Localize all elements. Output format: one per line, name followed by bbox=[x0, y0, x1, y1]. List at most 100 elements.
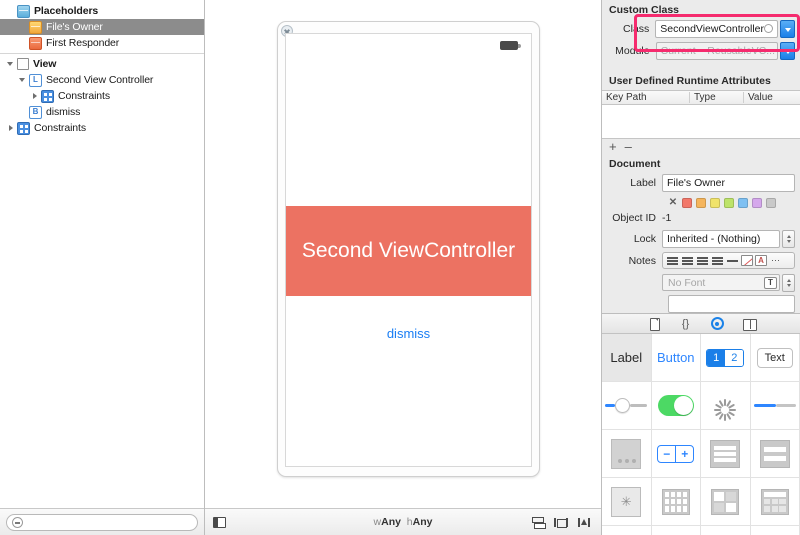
class-field-label: Class bbox=[623, 22, 650, 35]
embed-in-stack-icon[interactable] bbox=[531, 516, 546, 529]
second-view-controller-label[interactable]: Second View Controller bbox=[286, 206, 531, 296]
outline-item-placeholders[interactable]: Placeholders bbox=[0, 3, 204, 19]
align-right-icon[interactable] bbox=[696, 254, 709, 267]
view-controller-scene[interactable]: Second View Controller dismiss bbox=[277, 21, 540, 477]
disclosure-none-icon bbox=[6, 38, 16, 48]
swatch-orange[interactable] bbox=[696, 197, 706, 208]
outline-item-view[interactable]: View bbox=[0, 56, 204, 72]
font-picker[interactable]: No Font T bbox=[662, 274, 780, 291]
outline-item-constraints-root[interactable]: Constraints bbox=[0, 120, 204, 136]
constraints-icon bbox=[17, 121, 30, 135]
library-item-text: Button bbox=[656, 350, 695, 365]
lock-popup-stepper[interactable] bbox=[782, 229, 795, 248]
size-class-h-value: Any bbox=[412, 516, 433, 528]
collection-view-cell-icon bbox=[711, 488, 740, 515]
add-attribute-button[interactable]: + bbox=[609, 140, 617, 153]
file-template-icon[interactable] bbox=[647, 317, 661, 331]
column-key-path[interactable]: Key Path bbox=[602, 92, 690, 103]
outline-item-constraints-nested[interactable]: Constraints bbox=[0, 88, 204, 104]
library-item-collection-view-cell[interactable] bbox=[701, 478, 751, 526]
outline-item-label: Second View Controller bbox=[46, 74, 154, 86]
library-item-label[interactable]: Label bbox=[602, 334, 652, 382]
outline-item-second-view-controller-label[interactable]: L Second View Controller bbox=[0, 72, 204, 88]
dismiss-button[interactable]: dismiss bbox=[286, 326, 531, 341]
size-class-w-value: Any bbox=[381, 516, 401, 528]
swatch-purple[interactable] bbox=[752, 197, 762, 208]
document-label-input[interactable]: File's Owner bbox=[662, 173, 795, 192]
notes-textarea[interactable] bbox=[668, 295, 795, 313]
library-item-segmented-control[interactable]: 1 2 bbox=[701, 334, 751, 382]
library-item-date-picker[interactable]: January12013 February22014 March32015 bbox=[701, 526, 751, 535]
runtime-attributes-header: User Defined Runtime Attributes bbox=[602, 71, 800, 90]
library-item-collection-view[interactable] bbox=[651, 478, 701, 526]
library-item-image-view[interactable]: ✳ bbox=[602, 478, 652, 526]
library-item-text-view[interactable] bbox=[602, 526, 652, 535]
font-field-row: No Font T bbox=[602, 273, 800, 292]
more-options-icon[interactable]: ⋯ bbox=[769, 254, 782, 267]
library-item-collection-reusable-view[interactable] bbox=[750, 478, 800, 526]
outline-item-files-owner[interactable]: File's Owner bbox=[0, 19, 204, 35]
text-color-none-icon[interactable] bbox=[741, 255, 753, 266]
library-item-progress-view[interactable] bbox=[750, 382, 800, 430]
outline-filter-input[interactable] bbox=[27, 516, 192, 528]
swatch-blue[interactable] bbox=[738, 197, 748, 208]
align-justify-icon[interactable] bbox=[711, 254, 724, 267]
library-item-button[interactable]: Button bbox=[651, 334, 701, 382]
slider-knob bbox=[615, 398, 631, 413]
library-item-activity-indicator[interactable] bbox=[701, 382, 751, 430]
library-item-slider[interactable] bbox=[602, 382, 652, 430]
disclosure-triangle-closed-icon[interactable] bbox=[30, 91, 40, 101]
library-item-scroll-view[interactable] bbox=[651, 526, 701, 535]
library-item-stepper[interactable]: − + bbox=[651, 430, 701, 478]
outline-filter-field[interactable] bbox=[6, 513, 198, 531]
outline-item-dismiss-button[interactable]: B dismiss bbox=[0, 104, 204, 120]
line-spacing-icon[interactable] bbox=[726, 254, 739, 267]
library-item-text-field[interactable]: Text bbox=[750, 334, 800, 382]
library-tab-bar: {} bbox=[602, 314, 800, 334]
label-field-row: Label File's Owner bbox=[602, 173, 800, 192]
custom-class-section: Custom Class Class SecondViewController … bbox=[602, 0, 800, 63]
disclosure-triangle-open-icon[interactable] bbox=[6, 59, 16, 69]
media-library-icon[interactable] bbox=[742, 317, 757, 331]
runtime-attributes-table-body[interactable] bbox=[602, 105, 800, 139]
font-size-stepper[interactable] bbox=[782, 273, 795, 292]
library-item-table-view-cell[interactable] bbox=[750, 430, 800, 478]
library-item-picker-view[interactable]: Loremipsum bbox=[750, 526, 800, 535]
column-type[interactable]: Type bbox=[690, 92, 744, 103]
swatch-green[interactable] bbox=[724, 197, 734, 208]
class-dropdown-button[interactable] bbox=[780, 19, 795, 38]
font-field-control: No Font T bbox=[662, 273, 795, 292]
align-left-icon[interactable] bbox=[666, 254, 679, 267]
slider-icon bbox=[605, 398, 648, 413]
lock-popup[interactable]: Inherited - (Nothing) bbox=[662, 229, 780, 248]
font-panel-icon[interactable]: T bbox=[764, 276, 777, 289]
swatch-none-icon[interactable]: ✕ bbox=[668, 197, 678, 208]
outline-item-first-responder[interactable]: First Responder bbox=[0, 35, 204, 51]
progress-view-icon bbox=[753, 404, 796, 407]
module-combo[interactable]: Current – ReusableVC... bbox=[655, 41, 778, 60]
column-value[interactable]: Value bbox=[744, 92, 800, 103]
swatch-yellow[interactable] bbox=[710, 197, 720, 208]
disclosure-triangle-closed-icon[interactable] bbox=[6, 123, 16, 133]
align-center-icon[interactable] bbox=[681, 254, 694, 267]
remove-attribute-button[interactable]: – bbox=[625, 140, 632, 153]
canvas-area[interactable]: Second View Controller dismiss bbox=[205, 0, 601, 508]
library-item-table-view[interactable] bbox=[701, 430, 751, 478]
module-dropdown-button[interactable] bbox=[780, 41, 795, 60]
class-combo[interactable]: SecondViewController bbox=[655, 19, 778, 38]
align-icon[interactable] bbox=[554, 517, 568, 528]
library-item-page-control[interactable] bbox=[602, 430, 652, 478]
object-library-icon[interactable] bbox=[710, 317, 724, 331]
disclosure-triangle-open-icon[interactable] bbox=[18, 75, 28, 85]
code-snippet-icon[interactable]: {} bbox=[679, 317, 693, 331]
swatch-red[interactable] bbox=[682, 197, 692, 208]
blue-cube-icon bbox=[17, 4, 30, 18]
object-id-control: -1 bbox=[662, 212, 795, 224]
lock-field-row: Lock Inherited - (Nothing) bbox=[602, 229, 800, 248]
swatch-gray[interactable] bbox=[766, 197, 776, 208]
text-color-icon[interactable]: A bbox=[755, 255, 767, 266]
root-view[interactable]: Second View Controller dismiss bbox=[285, 33, 532, 467]
document-label-value: File's Owner bbox=[667, 176, 726, 189]
library-item-switch[interactable] bbox=[651, 382, 701, 430]
pin-icon[interactable] bbox=[577, 517, 591, 528]
